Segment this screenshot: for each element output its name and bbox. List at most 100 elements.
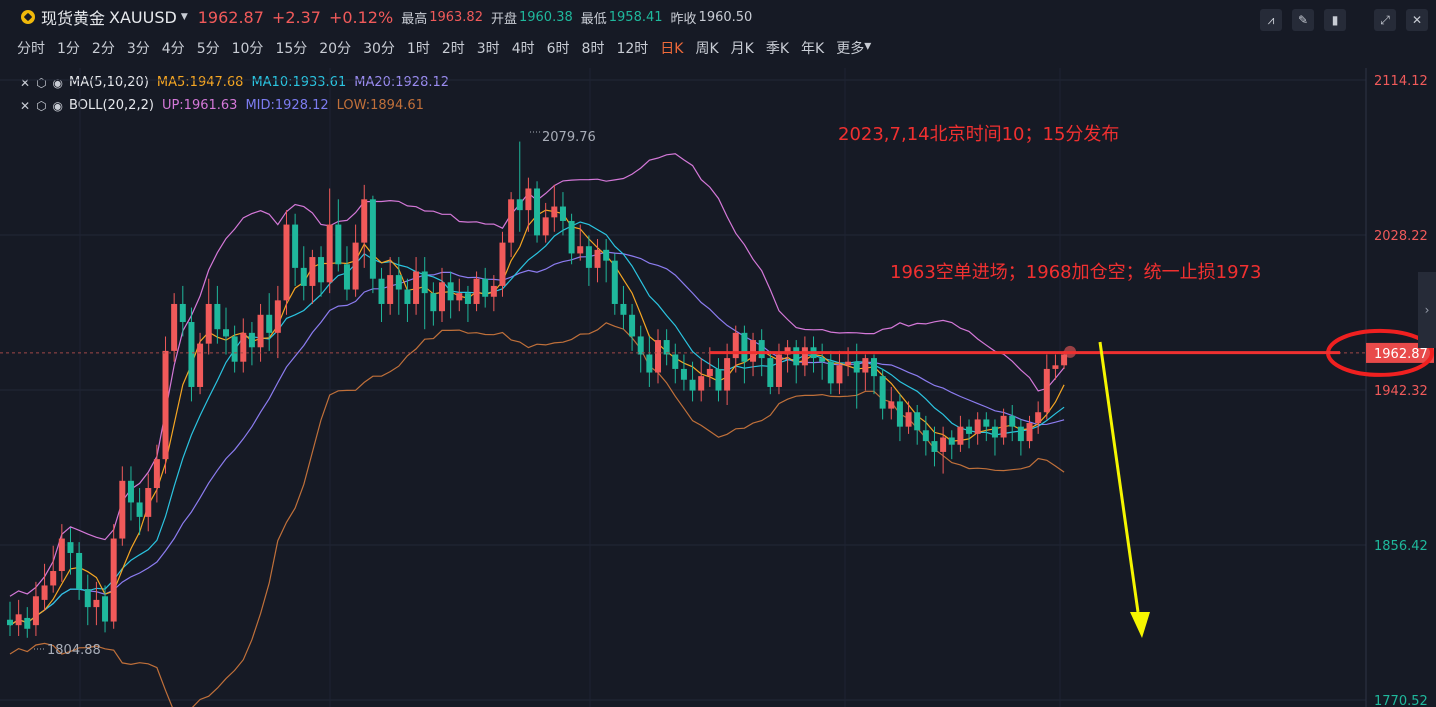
candle <box>110 524 117 629</box>
candle <box>516 141 523 232</box>
candle <box>482 267 489 308</box>
candle-body <box>223 329 229 337</box>
close-icon[interactable]: ✕ <box>1406 9 1428 31</box>
period-tab[interactable]: 季K <box>766 38 789 58</box>
candle-type-icon[interactable]: ▮ <box>1324 9 1346 31</box>
price-change: +2.37 <box>271 7 321 27</box>
period-tab[interactable]: 日K <box>660 38 683 58</box>
instrument-name[interactable]: 现货黄金 <box>41 5 105 29</box>
candle-body <box>793 347 800 366</box>
candle-body <box>879 376 886 409</box>
candle <box>741 325 748 384</box>
period-tab[interactable]: 1时 <box>407 38 430 58</box>
period-tab[interactable]: 8时 <box>582 38 605 58</box>
candle-body <box>680 368 687 380</box>
period-tab[interactable]: 月K <box>731 38 754 58</box>
annotation-publish-time: 2023,7,14北京时间10；15分发布 <box>838 124 1119 145</box>
period-tab[interactable]: 分时 <box>17 38 45 58</box>
period-tab[interactable]: 4分 <box>162 38 185 58</box>
max-price-label: 2079.76 <box>542 130 596 145</box>
candle-body <box>525 188 532 211</box>
candle <box>991 419 998 456</box>
period-tab[interactable]: 更多 <box>836 38 864 58</box>
candle-body <box>1052 365 1059 369</box>
expand-icon[interactable]: ⤢ <box>1374 9 1396 31</box>
candle <box>84 574 91 626</box>
period-tab[interactable]: 10分 <box>232 38 264 58</box>
chevron-right-icon: › <box>1424 303 1430 317</box>
indicator-icon[interactable]: ⩘ <box>1260 9 1282 31</box>
prev-close-value: 1960.50 <box>698 9 753 25</box>
candle-body <box>110 538 117 622</box>
candle <box>629 303 636 351</box>
candle <box>430 282 437 326</box>
period-tab[interactable]: 1分 <box>57 38 80 58</box>
candle <box>326 188 333 294</box>
candle-body <box>456 293 463 301</box>
candle-body <box>637 336 644 355</box>
period-tab[interactable]: 15分 <box>275 38 307 58</box>
period-tab[interactable]: 12时 <box>616 38 648 58</box>
candle <box>214 285 221 344</box>
candle-body <box>404 289 411 304</box>
candle <box>585 235 592 286</box>
chevron-down-icon[interactable]: ▾ <box>864 38 871 58</box>
candle-body <box>326 224 333 283</box>
period-tab[interactable]: 30分 <box>363 38 395 58</box>
candle <box>577 224 584 261</box>
candle-body <box>1035 412 1042 424</box>
candle <box>300 246 307 301</box>
candle-body <box>15 614 22 626</box>
chevron-down-icon[interactable]: ▼ <box>181 12 188 22</box>
current-price-tag: 1962.87 <box>1374 347 1428 362</box>
candle <box>603 239 610 283</box>
period-tab[interactable]: 5分 <box>197 38 220 58</box>
candle-body <box>430 293 437 312</box>
candle-body <box>577 246 584 254</box>
candle-body <box>387 275 394 304</box>
side-panel-toggle[interactable]: › <box>1418 272 1436 348</box>
candle-body <box>274 300 281 333</box>
candle-body <box>499 242 506 286</box>
y-axis-tick-label: 1856.42 <box>1374 539 1428 554</box>
annotation-trade-plan: 1963空单进场；1968加仓空；统一止损1973 <box>890 262 1261 283</box>
candle-body <box>283 224 290 301</box>
draw-pen-icon[interactable]: ✎ <box>1292 9 1314 31</box>
period-tab[interactable]: 3时 <box>477 38 500 58</box>
candle-body <box>482 278 489 297</box>
candle-body <box>136 502 143 517</box>
candle <box>698 358 705 402</box>
period-tab[interactable]: 20分 <box>319 38 351 58</box>
candle-body <box>991 426 998 438</box>
candle <box>862 354 869 391</box>
candlestick-chart[interactable]: 2114.12 2028.22 1942.32 1856.42 1770.52 1962.… <box>0 68 1436 707</box>
candle-body <box>439 282 445 312</box>
y-axis-tick-label: 1942.32 <box>1374 384 1428 399</box>
period-tab[interactable]: 6时 <box>547 38 570 58</box>
period-tab[interactable]: 4时 <box>512 38 535 58</box>
candle <box>896 394 903 442</box>
candle-body <box>568 220 575 254</box>
period-tab[interactable]: 3分 <box>127 38 150 58</box>
candle-body <box>413 271 420 304</box>
period-tab[interactable]: 2时 <box>442 38 465 58</box>
price-change-pct: +0.12% <box>328 7 394 27</box>
candle <box>205 278 212 355</box>
period-tab[interactable]: 年K <box>801 38 824 58</box>
symbol-code[interactable]: XAUUSD <box>109 8 177 27</box>
candle <box>680 354 687 391</box>
candle-body <box>655 340 661 373</box>
candle-body <box>395 275 402 290</box>
period-tab[interactable]: 2分 <box>92 38 115 58</box>
candle <box>689 361 696 402</box>
candle <box>274 285 281 359</box>
candle-body <box>801 347 808 366</box>
candle <box>421 257 428 330</box>
candle <box>810 336 817 373</box>
period-tab[interactable]: 周K <box>695 38 718 58</box>
candle-body <box>966 426 973 434</box>
candle-body <box>58 538 65 572</box>
candle-body <box>205 303 212 344</box>
candle-body <box>767 358 774 387</box>
candle <box>819 343 826 380</box>
